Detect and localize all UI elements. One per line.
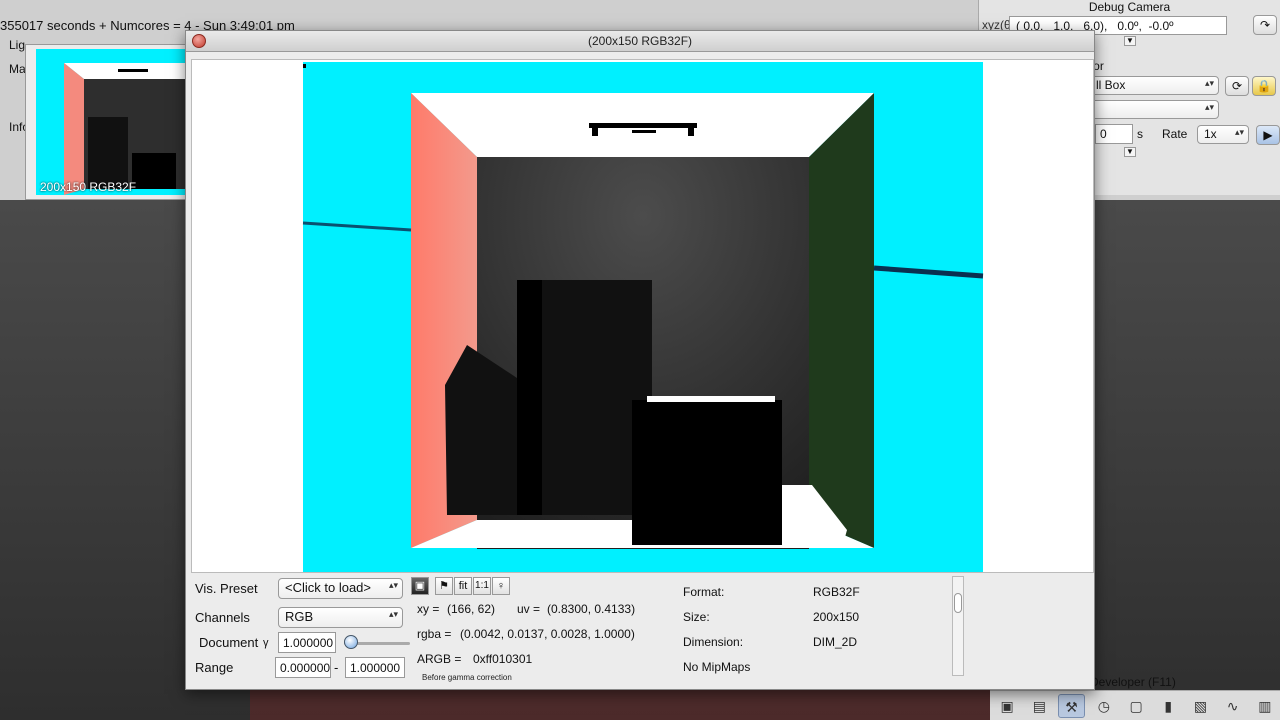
clapper-icon[interactable]: ▤ bbox=[1026, 694, 1052, 718]
console-icon[interactable]: ▮ bbox=[1155, 694, 1181, 718]
save-image-icon[interactable]: ▣ bbox=[411, 577, 429, 595]
scrollbar-thumb[interactable] bbox=[954, 593, 962, 613]
argb-label: ARGB = bbox=[417, 652, 462, 666]
developer-label: Developer (F11) bbox=[1090, 675, 1176, 689]
gamma-note: Before gamma correction bbox=[422, 673, 512, 682]
vis-preset-value: <Click to load> bbox=[285, 580, 371, 595]
windows-icon[interactable]: ▧ bbox=[1187, 694, 1213, 718]
uv-value: (0.8300, 0.4133) bbox=[547, 602, 636, 616]
left-label-materials[interactable]: Ma bbox=[9, 62, 26, 76]
size-value: 200x150 bbox=[813, 610, 860, 624]
window-title: (200x150 RGB32F) bbox=[587, 34, 693, 48]
mipmaps-label: No MipMaps bbox=[683, 660, 751, 674]
gamma-symbol: γ bbox=[263, 637, 269, 649]
tools-icon[interactable]: ⚒ bbox=[1058, 694, 1085, 718]
dimension-value: DIM_2D bbox=[813, 635, 858, 649]
range-separator: - bbox=[334, 660, 339, 675]
inspect-icon[interactable]: ⚑ bbox=[435, 577, 453, 595]
debug-camera-title: Debug Camera bbox=[1088, 0, 1171, 14]
channels-label: Channels bbox=[195, 610, 250, 625]
rgba-label: rgba = bbox=[417, 627, 452, 641]
rgba-value: (0.0042, 0.0137, 0.0028, 1.0000) bbox=[460, 627, 635, 641]
texture-viewer-window: (200x150 RGB32F) Vis. Preset <Click to l… bbox=[185, 30, 1095, 690]
rendered-image bbox=[302, 62, 984, 572]
document-icon[interactable]: ▥ bbox=[1252, 694, 1278, 718]
graph-icon[interactable]: ∿ bbox=[1220, 694, 1246, 718]
fit-button[interactable]: fit bbox=[454, 577, 472, 595]
vis-preset-select[interactable]: <Click to load> ▴▾ bbox=[278, 578, 403, 599]
play-icon[interactable]: ▶ bbox=[1256, 125, 1280, 145]
collapse-arrow-icon[interactable]: ▼ bbox=[1124, 36, 1136, 46]
time-field[interactable]: 0 bbox=[1095, 124, 1133, 144]
thumbnail-caption: 200x150 RGB32F bbox=[40, 180, 137, 194]
rate-select[interactable]: 1x ▴▾ bbox=[1197, 125, 1249, 144]
uv-label: uv = bbox=[517, 602, 541, 616]
background-floor bbox=[250, 690, 1000, 720]
developer-toolbar: ▣ ▤ ⚒ ◷ ▢ ▮ ▧ ∿ ▥ bbox=[990, 690, 1280, 720]
rate-select-value: 1x bbox=[1204, 127, 1217, 141]
size-label: Size: bbox=[683, 610, 710, 624]
argb-value: 0xff010301 bbox=[473, 652, 533, 666]
reload-scene-icon[interactable]: ⟳ bbox=[1225, 76, 1249, 96]
gamma-slider-knob[interactable] bbox=[343, 635, 358, 649]
lock-icon[interactable]: 🔒 bbox=[1252, 76, 1276, 96]
range-label: Range bbox=[195, 660, 234, 675]
thumbnail-image bbox=[36, 49, 186, 195]
rate-label: Rate bbox=[1162, 127, 1188, 141]
collapse-arrow-icon-2[interactable]: ▼ bbox=[1124, 147, 1136, 157]
format-value: RGB32F bbox=[813, 585, 860, 599]
image-viewport[interactable] bbox=[191, 59, 1094, 573]
channels-select[interactable]: RGB ▴▾ bbox=[278, 607, 403, 628]
entity-select[interactable]: ▴▾ bbox=[1089, 100, 1219, 119]
xy-value: (166, 62) bbox=[447, 602, 496, 616]
scene-select[interactable]: ll Box ▴▾ bbox=[1089, 76, 1219, 95]
camera-link-icon[interactable]: ↷ bbox=[1253, 15, 1277, 35]
one-to-one-button[interactable]: 1:1 bbox=[473, 577, 491, 595]
left-label-lights[interactable]: Lig bbox=[9, 38, 25, 52]
range-max-field[interactable]: 1.000000 bbox=[345, 657, 405, 678]
titlebar[interactable]: (200x150 RGB32F) bbox=[186, 31, 1094, 52]
format-label: Format: bbox=[683, 585, 725, 599]
vis-preset-label: Vis. Preset bbox=[195, 581, 258, 596]
gamma-field[interactable]: 1.000000 bbox=[278, 632, 336, 653]
time-unit-label: s bbox=[1137, 127, 1143, 141]
note-icon[interactable]: ▢ bbox=[1123, 694, 1149, 718]
pin-icon[interactable]: ♀ bbox=[492, 577, 510, 595]
camera-icon[interactable]: ▣ bbox=[994, 694, 1020, 718]
range-min-field[interactable]: 0.000000 bbox=[275, 657, 331, 678]
document-label: Document bbox=[199, 635, 259, 650]
clock-icon[interactable]: ◷ bbox=[1091, 694, 1117, 718]
dimension-label: Dimension: bbox=[683, 635, 744, 649]
xy-label: xy = bbox=[417, 602, 440, 616]
scene-select-value: ll Box bbox=[1096, 78, 1126, 92]
info-scrollbar[interactable] bbox=[952, 576, 964, 676]
channels-value: RGB bbox=[285, 609, 314, 624]
thumbnail-window[interactable]: 200x150 RGB32F bbox=[25, 44, 195, 200]
